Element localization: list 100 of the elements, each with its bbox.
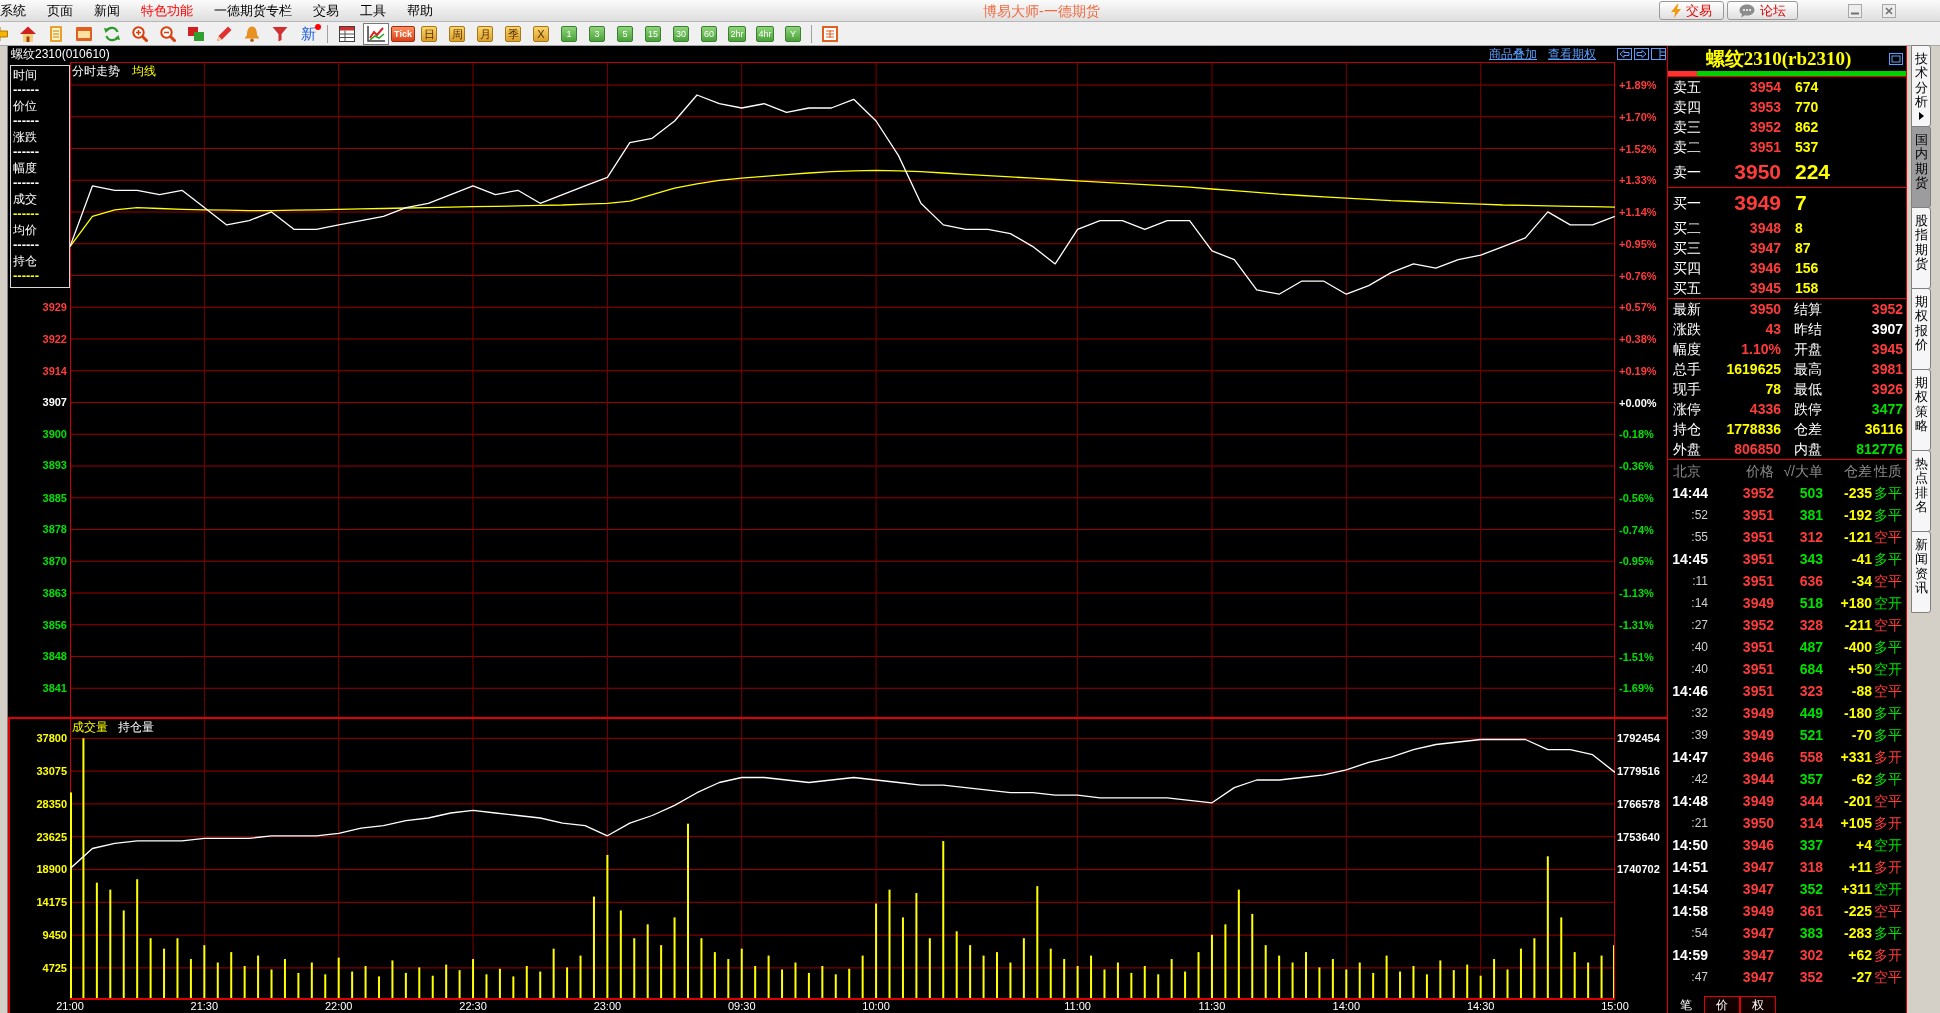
menu-item[interactable]: 交易	[313, 2, 339, 19]
info-value: ------	[13, 83, 39, 96]
menu-item[interactable]: 工具	[360, 2, 386, 19]
refresh-icon[interactable]	[104, 25, 120, 42]
filter-icon[interactable]	[272, 25, 288, 42]
menu-item[interactable]: 系统	[0, 2, 26, 19]
bell-icon[interactable]	[244, 25, 260, 42]
document-icon[interactable]	[76, 25, 92, 42]
volume-bar	[1345, 969, 1348, 998]
info-value: ------	[13, 238, 39, 251]
side-tab[interactable]: 热点排名	[1911, 450, 1931, 532]
zoom-in-icon[interactable]	[132, 25, 148, 42]
side-tab[interactable]: 期权策略	[1911, 369, 1931, 451]
time-label: 21:00	[55, 1000, 85, 1013]
tick-oi-change: -121	[1842, 529, 1872, 545]
arrow-left-icon[interactable]	[1617, 48, 1632, 60]
contract-title: 螺纹2310(010610)	[10, 47, 110, 61]
tick-oi-change: -34	[1850, 573, 1872, 589]
tab[interactable]: 价	[1704, 996, 1740, 1013]
tick-nature: 多平	[1873, 485, 1903, 501]
tick-nature: 空开	[1873, 661, 1903, 677]
speech-bubble-icon[interactable]	[1739, 3, 1755, 18]
volume-bar	[391, 960, 394, 998]
minimize-icon[interactable]	[1848, 3, 1862, 18]
period-button[interactable]: 季	[505, 25, 521, 42]
tick-price: 3947	[1741, 859, 1774, 875]
order-book-price: 3950	[1733, 160, 1781, 184]
volume-bar	[1130, 972, 1133, 998]
volume-bar	[1372, 972, 1375, 998]
axis-label: 1792454	[1617, 731, 1660, 746]
tick-time: 14:50	[1671, 837, 1709, 853]
tick-price: 3949	[1741, 595, 1774, 611]
period-button[interactable]: 月	[477, 25, 493, 42]
volume-bar	[431, 975, 434, 998]
side-tab[interactable]: 国内期货	[1911, 126, 1931, 208]
order-book-price: 3949	[1733, 191, 1781, 215]
tick-volume: 302	[1798, 947, 1823, 963]
axis-label: 3856	[42, 617, 67, 632]
side-tab[interactable]: 股指期货	[1911, 207, 1931, 289]
home-icon[interactable]	[20, 25, 36, 42]
volume-bar	[1425, 974, 1428, 998]
grid-icon[interactable]	[822, 25, 838, 42]
stat-value: 1778836	[1725, 421, 1781, 437]
order-book-price: 3952	[1748, 119, 1781, 135]
column-header: √/大单	[1782, 463, 1823, 479]
side-tab[interactable]: 期权报价	[1911, 288, 1931, 370]
windows-icon[interactable]	[188, 25, 204, 42]
period-button[interactable]: 周	[449, 25, 465, 42]
info-label: 价位	[13, 99, 37, 114]
period-button[interactable]: 日	[421, 25, 437, 42]
maximize-icon[interactable]	[1889, 52, 1903, 65]
axis-label: 37800	[36, 731, 67, 746]
tick-volume: 357	[1798, 771, 1823, 787]
time-label: 11:00	[1063, 1000, 1092, 1013]
volume-bar	[1063, 959, 1066, 998]
period-button[interactable]: X	[533, 25, 549, 42]
tick-nature: 空开	[1873, 837, 1903, 853]
legend-label: 成交量	[72, 720, 108, 734]
axis-label: 1740702	[1617, 862, 1660, 877]
side-tab[interactable]: 新闻资讯	[1911, 531, 1931, 613]
close-icon[interactable]	[1882, 3, 1896, 18]
zoom-out-icon[interactable]	[160, 25, 176, 42]
axis-label: -0.36%	[1619, 459, 1654, 473]
time-label: 09:30	[726, 1000, 757, 1013]
tab[interactable]: 权	[1740, 996, 1776, 1013]
arrow-right-icon[interactable]	[1634, 48, 1649, 60]
volume-bar	[740, 948, 743, 998]
side-tab[interactable]: 技术分析	[1911, 45, 1931, 127]
stat-value: 3952	[1870, 301, 1903, 317]
menu-item[interactable]: 新闻	[94, 2, 120, 19]
menu-item[interactable]: 一德期货专栏	[214, 2, 292, 19]
stat-label: 总手	[1673, 361, 1702, 377]
tick-volume: 361	[1798, 903, 1823, 919]
tick-oi-change: -192	[1842, 507, 1872, 523]
trade-button[interactable]: 交易	[1659, 1, 1724, 20]
stat-value: 3477	[1870, 401, 1903, 417]
menu-item[interactable]: 帮助	[407, 2, 433, 19]
text-link[interactable]: 商品叠加	[1489, 47, 1537, 61]
tick-price: 3947	[1741, 925, 1774, 941]
pencil-icon[interactable]	[216, 25, 232, 42]
axis-label: 3900	[42, 427, 67, 442]
news-button[interactable]: 新	[300, 25, 316, 42]
menu-item[interactable]: 页面	[47, 2, 73, 19]
tick-volume: 343	[1798, 551, 1823, 567]
axis-label: 9450	[42, 928, 67, 943]
layout-icon[interactable]	[1651, 48, 1666, 60]
volume-bar	[1412, 966, 1415, 998]
stat-label: 最高	[1794, 361, 1823, 377]
axis-label: +0.95%	[1619, 236, 1657, 251]
tick-volume: 323	[1798, 683, 1823, 699]
volume-bar	[257, 955, 260, 998]
tick-volume: 487	[1798, 639, 1823, 655]
order-book-label: 买五	[1672, 280, 1702, 296]
time-label: 22:30	[458, 1000, 488, 1013]
text-link[interactable]: 查看期权	[1548, 47, 1596, 61]
tick-volume: 636	[1798, 573, 1823, 589]
volume-bar	[579, 955, 582, 998]
forum-button[interactable]: 论坛	[1727, 1, 1798, 20]
tick-price: 3951	[1741, 661, 1774, 677]
time-label: 11:30	[1197, 1000, 1227, 1013]
